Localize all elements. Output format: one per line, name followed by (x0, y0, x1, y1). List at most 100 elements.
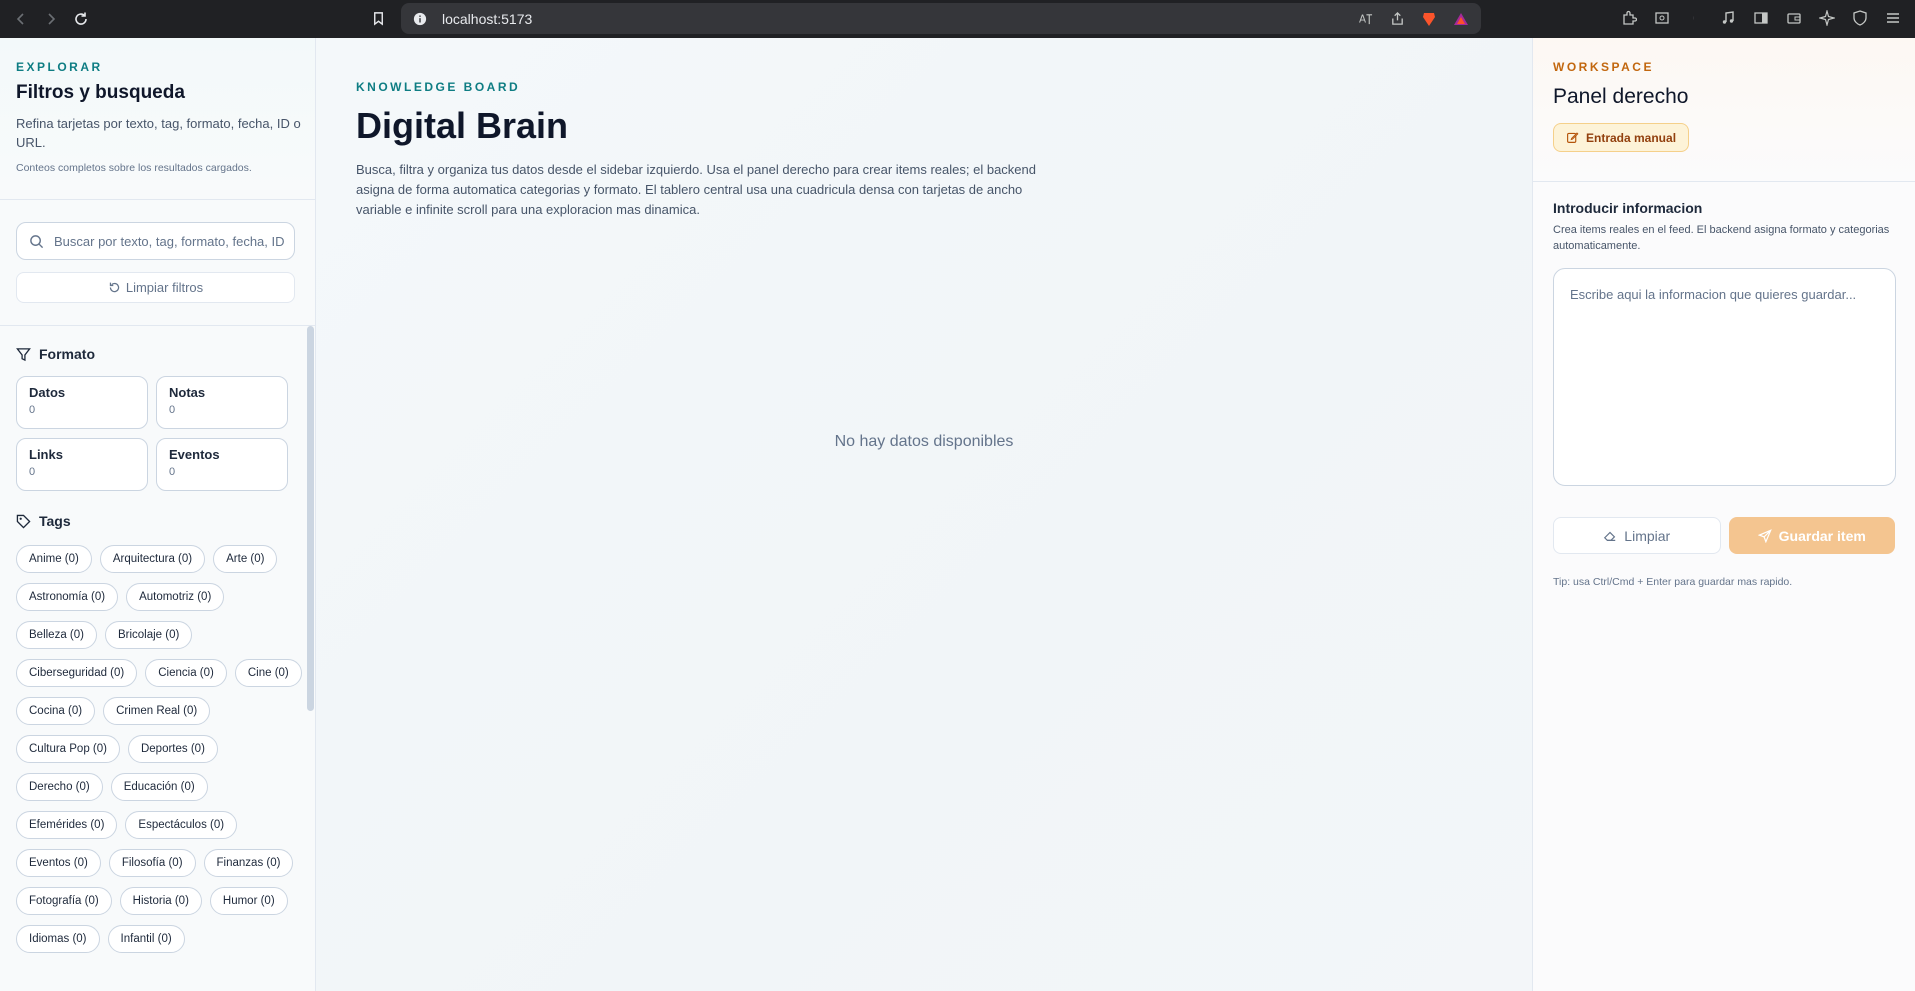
tag-chip[interactable]: Anime (0) (16, 545, 92, 573)
leo-ai-icon[interactable] (1815, 6, 1839, 30)
format-card-eventos[interactable]: Eventos 0 (156, 438, 288, 491)
filter-icon (16, 347, 31, 361)
tag-chip[interactable]: Cine (0) (234, 659, 302, 687)
board-description: Busca, filtra y organiza tus datos desde… (356, 162, 1036, 217)
manual-entry-label: Entrada manual (1586, 130, 1677, 145)
translate-icon[interactable]: A (1355, 9, 1375, 29)
board-eyebrow: KNOWLEDGE BOARD (356, 80, 521, 94)
format-count: 0 (169, 466, 176, 478)
format-title: Formato (16, 346, 299, 362)
tag-chip[interactable]: Eventos (0) (16, 849, 101, 877)
tag-chip[interactable]: Cocina (0) (16, 697, 96, 725)
tag-chip[interactable]: Arte (0) (213, 545, 278, 573)
tag-chip[interactable]: Historia (0) (119, 887, 202, 915)
tag-chip[interactable]: Ciencia (0) (145, 659, 227, 687)
send-icon (1757, 528, 1772, 543)
brave-rewards-icon[interactable] (1451, 9, 1471, 29)
share-icon[interactable] (1387, 9, 1407, 29)
bookmark-icon[interactable] (366, 6, 390, 30)
format-card-datos[interactable]: Datos 0 (16, 376, 148, 429)
tag-chip[interactable]: Efemérides (0) (16, 811, 118, 839)
tab-search-icon[interactable] (1650, 6, 1674, 30)
sidebar-title: Filtros y busqueda (16, 82, 185, 103)
tags-title-label: Tags (39, 513, 71, 529)
sidebar-note: Conteos completos sobre los resultados c… (16, 162, 252, 174)
reset-icon (109, 282, 120, 293)
back-icon[interactable] (6, 4, 36, 34)
tag-chip[interactable]: Belleza (0) (16, 621, 97, 649)
tag-chip[interactable]: Fotografía (0) (16, 887, 112, 915)
edit-icon (1567, 132, 1579, 143)
vpn-icon[interactable] (1848, 6, 1872, 30)
media-icon[interactable] (1716, 6, 1740, 30)
filters-sidebar: EXPLORAR Filtros y busqueda Refina tarje… (0, 38, 316, 991)
entry-heading: Introducir informacion (1553, 200, 1703, 216)
tag-list: Anime (0) Arquitectura (0) Arte (0) Astr… (16, 545, 306, 953)
menu-icon[interactable] (1881, 6, 1905, 30)
workspace-title: Panel derecho (1553, 85, 1689, 108)
tag-chip[interactable]: Deportes (0) (127, 735, 218, 763)
site-info-icon[interactable] (412, 11, 428, 27)
clear-entry-label: Limpiar (1624, 527, 1671, 544)
forward-icon[interactable] (36, 4, 66, 34)
sidebar-icon[interactable] (1749, 6, 1773, 30)
tag-chip[interactable]: Arquitectura (0) (99, 545, 206, 573)
manual-entry-badge[interactable]: Entrada manual (1553, 123, 1690, 152)
tag-chip[interactable]: Ciberseguridad (0) (16, 659, 138, 687)
page-title: Digital Brain (356, 105, 569, 146)
tag-chip[interactable]: Astronomía (0) (16, 583, 119, 611)
format-count: 0 (169, 404, 176, 416)
entry-textarea[interactable] (1553, 268, 1896, 486)
knowledge-board: KNOWLEDGE BOARD Digital Brain Busca, fil… (316, 38, 1532, 991)
extensions-icon[interactable] (1617, 6, 1641, 30)
clear-filters-button[interactable]: Limpiar filtros (16, 272, 295, 303)
tag-chip[interactable]: Finanzas (0) (203, 849, 294, 877)
tag-icon (16, 514, 31, 529)
sidebar-controls: Limpiar filtros (0, 200, 315, 326)
tag-chip[interactable]: Espectáculos (0) (125, 811, 238, 839)
format-section: Formato Datos 0 Notas 0 Links 0 Eventos 0 (0, 346, 315, 491)
entry-subtext: Crea items reales en el feed. El backend… (1553, 224, 1890, 252)
tag-chip[interactable]: Bricolaje (0) (104, 621, 193, 649)
eraser-icon (1604, 531, 1616, 541)
save-item-label: Guardar item (1778, 527, 1866, 544)
clear-filters-label: Limpiar filtros (125, 280, 204, 295)
tag-chip[interactable]: Idiomas (0) (16, 925, 100, 953)
sidebar-description: Refina tarjetas por texto, tag, formato,… (16, 116, 301, 150)
entry-form: Introducir informacion Crea items reales… (1533, 182, 1915, 588)
workspace-header: WORKSPACE Panel derecho Entrada manual (1533, 38, 1915, 182)
url-text[interactable]: localhost:5173 (442, 11, 532, 27)
format-card-links[interactable]: Links 0 (16, 438, 148, 491)
tag-chip[interactable]: Filosofía (0) (108, 849, 196, 877)
search-input[interactable] (54, 233, 284, 249)
shortcut-tip: Tip: usa Ctrl/Cmd + Enter para guardar m… (1553, 576, 1793, 588)
format-name: Links (29, 447, 63, 462)
workspace-panel: WORKSPACE Panel derecho Entrada manual I… (1532, 38, 1915, 991)
sidebar-scrollbar[interactable] (307, 326, 314, 711)
tag-chip[interactable]: Automotriz (0) (126, 583, 225, 611)
tags-title: Tags (16, 513, 299, 529)
tag-chip[interactable]: Crimen Real (0) (103, 697, 211, 725)
svg-text:A: A (1358, 13, 1365, 25)
tag-chip[interactable]: Derecho (0) (16, 773, 103, 801)
tag-chip[interactable]: Infantil (0) (107, 925, 185, 953)
format-name: Notas (169, 385, 206, 400)
address-bar[interactable]: localhost:5173 A (401, 3, 1481, 34)
divider-icon (1683, 6, 1707, 30)
clear-entry-button[interactable]: Limpiar (1553, 517, 1721, 554)
format-count: 0 (29, 466, 36, 478)
tag-chip[interactable]: Educación (0) (110, 773, 208, 801)
browser-toolbar: localhost:5173 A (0, 0, 1915, 38)
format-name: Datos (29, 385, 66, 400)
save-item-button[interactable]: Guardar item (1728, 517, 1895, 554)
sidebar-header: EXPLORAR Filtros y busqueda Refina tarje… (0, 38, 315, 200)
search-box[interactable] (16, 222, 295, 260)
tag-chip[interactable]: Cultura Pop (0) (16, 735, 120, 763)
tags-section: Tags Anime (0) Arquitectura (0) Arte (0)… (0, 513, 315, 953)
wallet-icon[interactable] (1782, 6, 1806, 30)
format-card-notas[interactable]: Notas 0 (156, 376, 288, 429)
brave-shield-icon[interactable] (1419, 9, 1439, 29)
format-grid: Datos 0 Notas 0 Links 0 Eventos 0 (16, 376, 299, 491)
reload-icon[interactable] (66, 4, 96, 34)
tag-chip[interactable]: Humor (0) (209, 887, 288, 915)
